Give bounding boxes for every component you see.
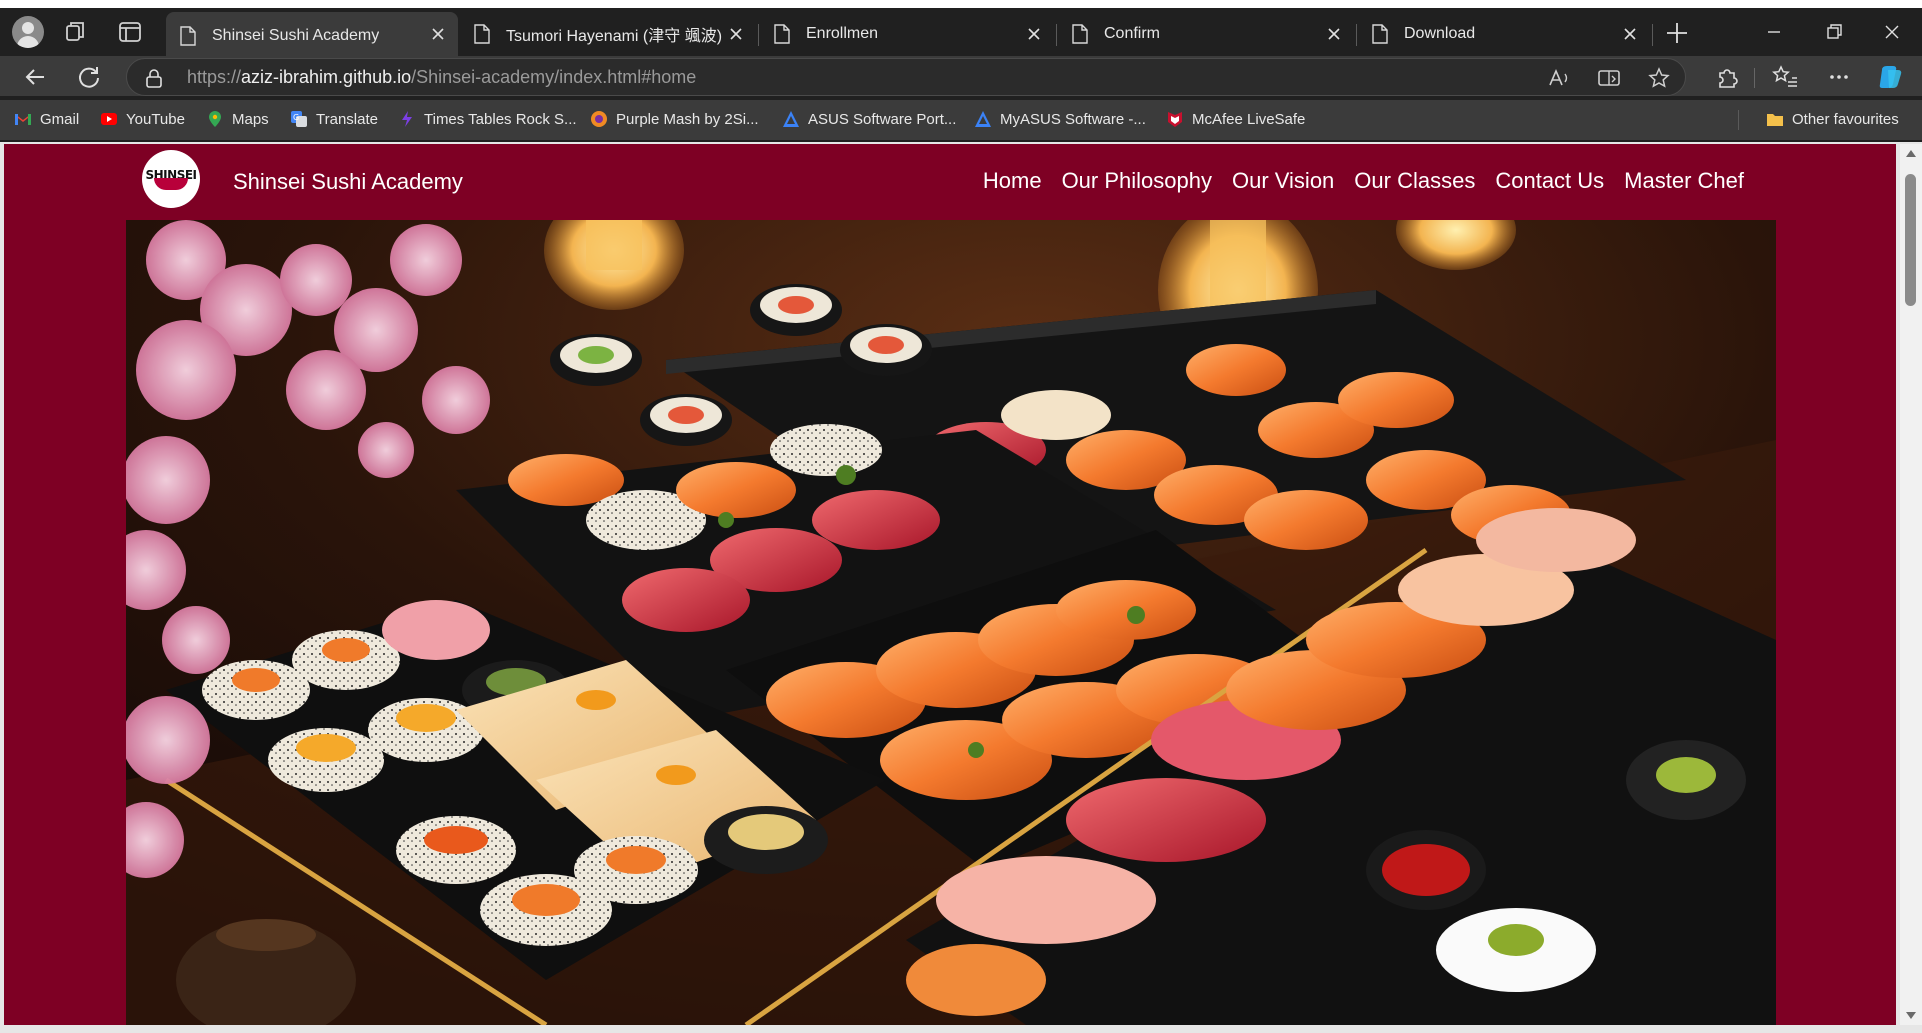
bookmark-gmail[interactable]: Gmail — [14, 110, 79, 128]
bookmark-label: Gmail — [40, 110, 80, 128]
maps-icon — [209, 111, 221, 127]
bookmark-label: Times Tables Rock S... — [424, 110, 577, 128]
more-options-icon[interactable] — [1824, 62, 1854, 92]
bookmark-label: YouTube — [126, 110, 185, 128]
bookmark-label: Other favourites — [1792, 110, 1899, 128]
tab-title: Download — [1404, 25, 1476, 42]
address-bar[interactable]: https://aziz-ibrahim.github.io/Shinsei-a… — [126, 58, 1686, 96]
restore-icon[interactable] — [1822, 20, 1846, 44]
asus-icon — [975, 111, 991, 127]
folder-icon — [1767, 114, 1783, 126]
tab-download[interactable]: Download — [1358, 12, 1650, 56]
bookmark-label: Translate — [316, 110, 378, 128]
tab-enrollment[interactable]: Enrollmen — [760, 12, 1054, 56]
page-scrollbar[interactable] — [1900, 144, 1922, 1025]
minimize-icon[interactable] — [1762, 20, 1786, 44]
read-aloud-icon[interactable] — [1547, 66, 1571, 90]
profile-avatar-icon[interactable] — [12, 16, 44, 48]
workspaces-icon[interactable] — [62, 18, 90, 46]
tab-actions-icon[interactable] — [116, 18, 144, 46]
page-viewport: SHINSEI Shinsei Sushi Academy Home Our P… — [0, 142, 1922, 1033]
nav-our-vision[interactable]: Our Vision — [1232, 168, 1334, 194]
lock-icon[interactable] — [145, 68, 163, 88]
bookmark-label: ASUS Software Port... — [808, 110, 957, 128]
bookmark-label: Maps — [232, 110, 269, 128]
page-icon — [774, 24, 790, 44]
tab-title: Shinsei Sushi Academy — [212, 27, 380, 44]
ttrs-icon — [402, 111, 412, 127]
extensions-icon[interactable] — [1712, 62, 1742, 92]
navigation-bar: https://aziz-ibrahim.github.io/Shinsei-a… — [0, 56, 1922, 96]
bookmark-times-tables-rock-stars[interactable]: Times Tables Rock S... — [398, 110, 577, 128]
main-nav: Home Our Philosophy Our Vision Our Class… — [983, 168, 1744, 194]
nav-contact-us[interactable]: Contact Us — [1495, 168, 1604, 194]
close-tab-icon[interactable] — [1324, 24, 1344, 44]
url-text[interactable]: https://aziz-ibrahim.github.io/Shinsei-a… — [187, 67, 696, 88]
close-tab-icon[interactable] — [428, 24, 448, 44]
mcafee-icon — [1168, 112, 1182, 127]
tab-confirm[interactable]: Confirm — [1058, 12, 1354, 56]
asus-icon — [783, 111, 799, 127]
nav-our-classes[interactable]: Our Classes — [1354, 168, 1475, 194]
brand-name[interactable]: Shinsei Sushi Academy — [233, 169, 463, 195]
page-icon — [1072, 24, 1088, 44]
scroll-up-icon[interactable] — [1905, 148, 1917, 158]
scroll-down-icon[interactable] — [1905, 1011, 1917, 1021]
close-window-icon[interactable] — [1880, 20, 1904, 44]
sushi-platter-image — [126, 220, 1776, 1025]
gmail-icon — [15, 114, 31, 125]
immersive-reader-icon[interactable] — [1597, 66, 1621, 90]
bookmarks-bar: Gmail YouTube Maps G Translate Times Tab… — [0, 100, 1922, 140]
page-icon — [180, 26, 196, 46]
svg-text:G: G — [293, 113, 299, 122]
tab-title: Confirm — [1104, 25, 1161, 42]
bookmark-purple-mash[interactable]: Purple Mash by 2Si... — [590, 110, 759, 128]
bookmark-maps[interactable]: Maps — [206, 110, 269, 128]
purple-mash-icon — [591, 111, 607, 127]
youtube-icon — [101, 113, 117, 125]
bookmark-label: MyASUS Software -... — [1000, 110, 1146, 128]
new-tab-icon[interactable] — [1664, 20, 1690, 46]
tab-strip: Shinsei Sushi Academy Tsumori Hayenami (… — [0, 0, 1922, 60]
tab-title: Enrollmen — [806, 25, 879, 42]
nav-master-chef[interactable]: Master Chef — [1624, 168, 1744, 194]
bookmark-label: Purple Mash by 2Si... — [616, 110, 759, 128]
bookmark-mcafee-livesafe[interactable]: McAfee LiveSafe — [1166, 110, 1305, 128]
close-tab-icon[interactable] — [726, 24, 746, 44]
tab-tsumori-hayenami[interactable]: Tsumori Hayenami (津守 颯波) — [460, 12, 756, 56]
site-page: SHINSEI Shinsei Sushi Academy Home Our P… — [4, 144, 1896, 1025]
academy-logo[interactable]: SHINSEI — [142, 150, 200, 208]
bookmark-translate[interactable]: G Translate — [290, 110, 378, 128]
page-icon — [1372, 24, 1388, 44]
bookmark-asus-software-portal[interactable]: ASUS Software Port... — [782, 110, 956, 128]
close-tab-icon[interactable] — [1620, 24, 1640, 44]
page-icon — [474, 24, 490, 44]
nav-home[interactable]: Home — [983, 168, 1042, 194]
tab-title: Tsumori Hayenami (津守 颯波) — [506, 28, 723, 45]
favorites-icon[interactable] — [1770, 62, 1800, 92]
bookmark-myasus-software[interactable]: MyASUS Software -... — [974, 110, 1146, 128]
scrollbar-thumb[interactable] — [1905, 174, 1916, 306]
refresh-icon[interactable] — [74, 62, 104, 92]
translate-icon: G — [291, 111, 307, 127]
back-icon[interactable] — [20, 62, 50, 92]
bookmark-label: McAfee LiveSafe — [1192, 110, 1306, 128]
nav-our-philosophy[interactable]: Our Philosophy — [1062, 168, 1212, 194]
bookmark-youtube[interactable]: YouTube — [100, 110, 185, 128]
close-tab-icon[interactable] — [1024, 24, 1044, 44]
favorite-star-icon[interactable] — [1647, 66, 1671, 90]
copilot-icon[interactable] — [1876, 62, 1906, 92]
other-favourites-folder[interactable]: Other favourites — [1766, 110, 1899, 128]
tab-shinsei-sushi-academy[interactable]: Shinsei Sushi Academy — [166, 12, 458, 60]
